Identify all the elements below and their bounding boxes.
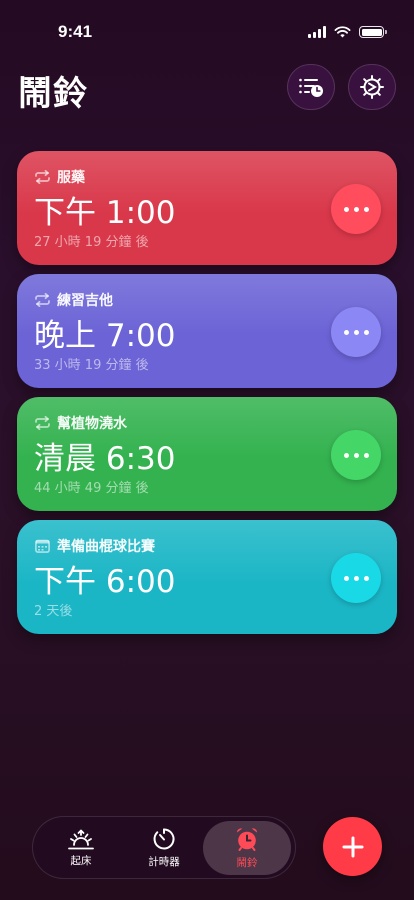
list-clock-icon <box>299 78 323 97</box>
tab-wake-up[interactable]: 起床 <box>37 821 125 875</box>
status-bar: 9:41 <box>0 0 414 50</box>
settings-button[interactable] <box>348 64 396 110</box>
plus-icon <box>342 836 363 857</box>
alarm-remaining: 44 小時 49 分鐘 後 <box>34 481 149 496</box>
alarm-card[interactable]: 練習吉他 晚上 7:00 33 小時 19 分鐘 後 <box>17 274 397 388</box>
more-options-button[interactable] <box>331 553 381 603</box>
alarm-label-row: 幫植物澆水 <box>34 413 127 433</box>
tab-alarm[interactable]: 鬧鈴 <box>203 821 291 875</box>
add-alarm-button[interactable] <box>323 817 382 876</box>
alarm-label-row: 練習吉他 <box>34 290 113 310</box>
alarm-label: 練習吉他 <box>57 293 113 309</box>
cellular-signal-icon <box>308 26 326 38</box>
alarm-card[interactable]: 準備曲棍球比賽 下午 6:00 2 天後 <box>17 520 397 634</box>
alarm-label-row: 準備曲棍球比賽 <box>34 536 155 556</box>
alarm-label: 服藥 <box>57 170 85 186</box>
alarm-label: 準備曲棍球比賽 <box>57 539 155 555</box>
alarm-card[interactable]: 服藥 下午 1:00 27 小時 19 分鐘 後 <box>17 151 397 265</box>
tab-label: 起床 <box>70 855 92 867</box>
alarm-list-button[interactable] <box>287 64 335 110</box>
calendar-icon <box>34 539 51 554</box>
alarm-time: 下午 6:00 <box>34 564 176 600</box>
page-title: 鬧鈴 <box>18 74 88 114</box>
alarm-label-row: 服藥 <box>34 167 85 187</box>
alarm-remaining: 2 天後 <box>34 604 73 619</box>
alarm-remaining: 27 小時 19 分鐘 後 <box>34 235 149 250</box>
more-options-button[interactable] <box>331 184 381 234</box>
wifi-icon <box>334 26 351 38</box>
alarm-time: 下午 1:00 <box>34 195 176 231</box>
status-time: 9:41 <box>58 22 93 41</box>
repeat-icon <box>34 416 51 431</box>
alarm-time: 晚上 7:00 <box>34 318 176 354</box>
alarm-remaining: 33 小時 19 分鐘 後 <box>34 358 149 373</box>
battery-icon <box>359 26 387 38</box>
tab-timer[interactable]: 計時器 <box>120 821 208 875</box>
gear-icon <box>360 75 384 99</box>
tab-label: 計時器 <box>148 856 180 868</box>
timer-icon <box>153 828 175 850</box>
repeat-icon <box>34 293 51 308</box>
alarm-time: 清晨 6:30 <box>34 441 176 477</box>
sunrise-icon <box>68 829 94 850</box>
status-icons <box>308 26 387 38</box>
tab-bar: 起床 計時器 鬧鈴 <box>32 816 296 879</box>
alarm-clock-icon <box>236 828 258 851</box>
repeat-icon <box>34 170 51 185</box>
more-options-button[interactable] <box>331 307 381 357</box>
more-options-button[interactable] <box>331 430 381 480</box>
tab-label: 鬧鈴 <box>236 857 258 869</box>
alarm-card[interactable]: 幫植物澆水 清晨 6:30 44 小時 49 分鐘 後 <box>17 397 397 511</box>
alarm-label: 幫植物澆水 <box>57 416 127 432</box>
